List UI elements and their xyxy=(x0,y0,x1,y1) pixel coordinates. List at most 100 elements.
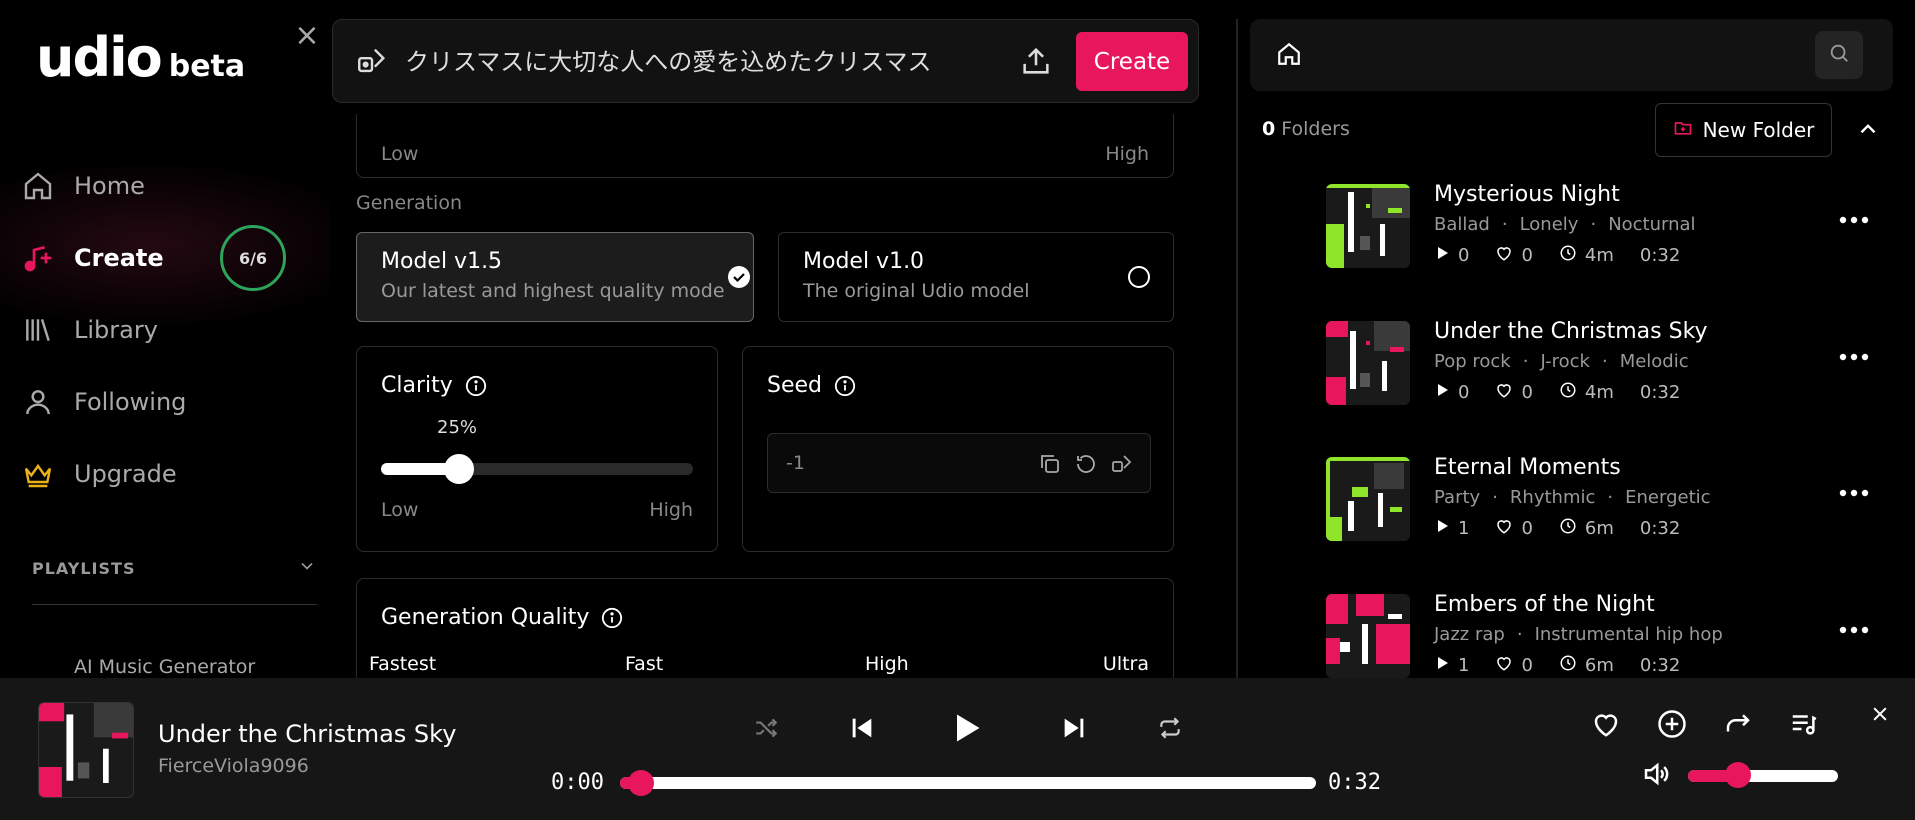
info-icon[interactable] xyxy=(465,375,487,397)
sidebar-item-home[interactable]: Home xyxy=(20,150,320,222)
folders-label: Folders xyxy=(1281,118,1350,140)
play-count: 1 xyxy=(1458,518,1470,539)
song-cover[interactable] xyxy=(1326,321,1410,405)
song-tag[interactable]: Jazz rap xyxy=(1434,624,1505,645)
song-age: 4m xyxy=(1584,245,1614,266)
song-row[interactable]: Embers of the Night Jazz rap · Instrumenta… xyxy=(1324,592,1884,678)
sidebar-item-upgrade[interactable]: Upgrade xyxy=(20,438,320,510)
progress-knob[interactable] xyxy=(627,770,654,796)
song-tag[interactable]: Rhythmic xyxy=(1510,487,1595,508)
sidebar-item-label: Create xyxy=(74,244,164,272)
close-sidebar-button[interactable]: × xyxy=(293,21,321,51)
now-playing-artist[interactable]: FierceViola9096 xyxy=(158,755,309,777)
clarity-slider[interactable] xyxy=(381,454,693,484)
play-icon[interactable] xyxy=(946,708,986,748)
play-icon xyxy=(1434,655,1450,676)
sidebar-item-create[interactable]: Create 6/6 xyxy=(20,222,320,294)
song-cover[interactable] xyxy=(1326,184,1410,268)
playlist-item[interactable]: AI Music Generator xyxy=(74,656,255,678)
more-options-icon[interactable] xyxy=(1836,347,1872,367)
song-age: 6m xyxy=(1584,518,1614,539)
home-icon xyxy=(20,168,56,204)
copy-icon[interactable] xyxy=(1038,452,1062,476)
song-title[interactable]: Eternal Moments xyxy=(1434,455,1621,480)
song-title[interactable]: Embers of the Night xyxy=(1434,592,1655,617)
previous-icon[interactable] xyxy=(842,708,882,748)
play-icon xyxy=(1434,382,1450,403)
clarity-low-label: Low xyxy=(381,499,419,521)
info-icon[interactable] xyxy=(601,607,623,629)
like-count: 0 xyxy=(1521,382,1533,403)
volume-slider[interactable] xyxy=(1688,762,1838,788)
quality-level-fast[interactable]: Fast xyxy=(625,653,663,675)
heart-icon[interactable] xyxy=(1586,704,1626,744)
playlists-header[interactable]: PLAYLISTS xyxy=(32,556,317,580)
quality-level-fastest[interactable]: Fastest xyxy=(369,653,436,675)
prompt-input[interactable]: クリスマスに大切な人への愛を込めたクリスマス xyxy=(405,42,965,82)
logo[interactable]: udio beta xyxy=(36,30,245,86)
quality-level-high[interactable]: High xyxy=(865,653,909,675)
reset-icon[interactable] xyxy=(1074,452,1098,476)
song-row[interactable]: Eternal Moments Party · Rhythmic · Energetic… xyxy=(1324,455,1884,591)
now-playing-cover[interactable] xyxy=(38,702,134,798)
model-v15-option[interactable]: Model v1.5 Our latest and highest qualit… xyxy=(356,232,754,322)
song-row[interactable]: Under the Christmas Sky Pop rock · J-rock ·… xyxy=(1324,319,1884,455)
sidebar-item-library[interactable]: Library xyxy=(20,294,320,366)
randomize-icon[interactable] xyxy=(1110,452,1134,476)
repeat-icon[interactable] xyxy=(1150,708,1190,748)
next-icon[interactable] xyxy=(1054,708,1094,748)
home-icon[interactable] xyxy=(1276,41,1304,69)
clarity-high-label: High xyxy=(649,499,693,521)
song-tag[interactable]: Nocturnal xyxy=(1608,214,1695,235)
search-button[interactable] xyxy=(1815,31,1863,79)
prev-setting-card: Low High xyxy=(356,114,1174,178)
song-tag[interactable]: Lonely xyxy=(1520,214,1579,235)
song-title[interactable]: Under the Christmas Sky xyxy=(1434,319,1708,344)
sidebar-item-following[interactable]: Following xyxy=(20,366,320,438)
more-options-icon[interactable] xyxy=(1836,483,1872,503)
quality-title-row: Generation Quality xyxy=(381,605,623,630)
volume-knob[interactable] xyxy=(1724,762,1751,788)
slider-low-label: Low xyxy=(381,143,419,165)
chevron-up-icon[interactable] xyxy=(1855,116,1883,144)
new-folder-button[interactable]: New Folder xyxy=(1655,103,1832,157)
song-tag[interactable]: Ballad xyxy=(1434,214,1490,235)
seed-title: Seed xyxy=(767,373,822,398)
shuffle-icon[interactable] xyxy=(746,708,786,748)
sidebar-item-label: Upgrade xyxy=(74,460,177,488)
song-cover[interactable] xyxy=(1326,457,1410,541)
seed-input[interactable]: -1 xyxy=(767,433,1151,493)
song-tag[interactable]: Energetic xyxy=(1625,487,1710,508)
add-circle-icon[interactable] xyxy=(1652,704,1692,744)
queue-icon[interactable] xyxy=(1784,704,1824,744)
song-tag[interactable]: Pop rock xyxy=(1434,351,1511,372)
model-v10-option[interactable]: Model v1.0 The original Udio model xyxy=(778,232,1174,322)
song-title[interactable]: Mysterious Night xyxy=(1434,182,1620,207)
song-row[interactable]: Mysterious Night Ballad · Lonely · Nocturnal… xyxy=(1324,182,1884,318)
song-cover[interactable] xyxy=(1326,594,1410,678)
library-search-bar[interactable] xyxy=(1250,19,1893,91)
more-options-icon[interactable] xyxy=(1836,620,1872,640)
song-tag[interactable]: Party xyxy=(1434,487,1480,508)
clarity-slider-knob[interactable] xyxy=(444,454,474,484)
close-player-icon[interactable] xyxy=(1860,694,1900,734)
song-tag[interactable]: Instrumental hip hop xyxy=(1535,624,1723,645)
volume-icon[interactable] xyxy=(1636,754,1676,794)
more-options-icon[interactable] xyxy=(1836,210,1872,230)
player-bar: Under the Christmas Sky FierceViola9096 … xyxy=(0,678,1915,820)
play-icon xyxy=(1434,518,1450,539)
song-tag[interactable]: Melodic xyxy=(1620,351,1689,372)
playlists-heading: PLAYLISTS xyxy=(32,558,136,578)
chevron-down-icon[interactable] xyxy=(297,556,317,580)
song-tag[interactable]: J-rock xyxy=(1540,351,1590,372)
create-button[interactable]: Create xyxy=(1076,32,1188,91)
credits-counter: 6/6 xyxy=(220,225,286,291)
logo-text: udio xyxy=(36,26,163,89)
quality-level-ultra[interactable]: Ultra xyxy=(1103,653,1149,675)
progress-bar[interactable] xyxy=(620,770,1316,796)
now-playing-title[interactable]: Under the Christmas Sky xyxy=(158,720,456,748)
prompt-mode-icon[interactable] xyxy=(355,44,391,80)
info-icon[interactable] xyxy=(834,375,856,397)
upload-icon[interactable] xyxy=(1019,44,1055,80)
share-icon[interactable] xyxy=(1718,704,1758,744)
